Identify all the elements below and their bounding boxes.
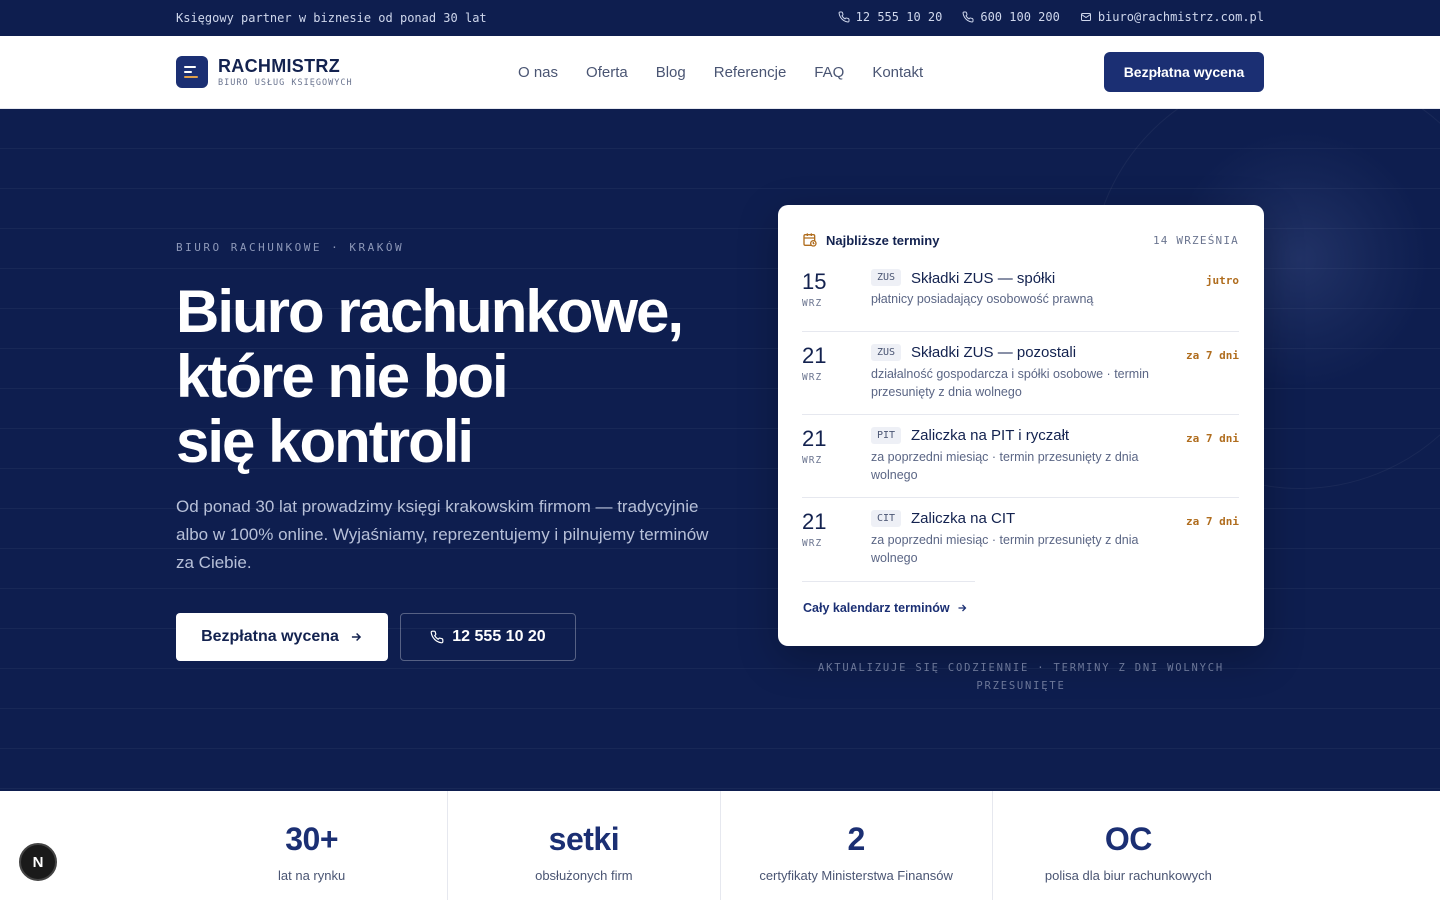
stat-number: OC <box>1104 821 1153 857</box>
deadlines-title: Najbliższe terminy <box>802 232 939 248</box>
deadline-description: za poprzedni miesiąc · termin przesunięt… <box>871 533 1139 565</box>
nav-link-blog[interactable]: Blog <box>656 64 686 81</box>
deadline-month: WRZ <box>802 372 823 383</box>
stat-label: lat na rynku <box>278 868 346 883</box>
phone-icon <box>430 630 444 644</box>
site-header: RACHMISTRZ BIURO USŁUG KSIĘGOWYCH O nas … <box>0 36 1440 109</box>
hero-quote-button-label: Bezpłatna wycena <box>201 628 339 645</box>
nav-link-o-nas[interactable]: O nas <box>518 64 558 81</box>
deadline-month: WRZ <box>802 455 823 466</box>
deadline-tag: CIT <box>871 510 902 527</box>
deadline-description: płatnicy posiadający osobowość prawną <box>871 292 1094 306</box>
stat-number: 30+ <box>285 821 339 857</box>
deadline-row: 21 WRZ CIT Zaliczka na CIT za poprzedni … <box>802 498 1239 581</box>
stat-label: certyfikaty Ministerstwa Finansów <box>759 868 953 883</box>
deadline-tag: ZUS <box>871 269 902 286</box>
nav-link-faq[interactable]: FAQ <box>814 64 844 81</box>
deadlines-card: Najbliższe terminy 14 WRZEŚNIA 15 WRZ ZU… <box>778 205 1264 646</box>
logo-icon <box>176 56 208 88</box>
deadline-due: za 7 dni <box>1186 349 1239 362</box>
arrow-right-icon <box>958 604 966 612</box>
deadline-day: 21 <box>802 426 827 451</box>
mail-icon <box>1080 13 1091 21</box>
stats-bar: 30+ lat na rynku setki obsłużonych firm … <box>176 791 1264 900</box>
deadlines-note: AKTUALIZUJE SIĘ CODZIENNIE · TERMINY Z D… <box>817 662 1225 692</box>
dev-tools-badge[interactable]: N <box>19 843 57 881</box>
deadlines-title-text: Najbliższe terminy <box>826 232 940 248</box>
phone-link-2[interactable]: 600 100 200 <box>962 10 1060 24</box>
nav-link-kontakt[interactable]: Kontakt <box>872 64 923 81</box>
phone-icon <box>962 11 974 23</box>
deadline-day: 15 <box>802 269 827 294</box>
hero-section: BIURO RACHUNKOWE · KRAKÓW Biuro rachunko… <box>0 109 1440 791</box>
headline-line-2: które nie boi <box>176 343 509 410</box>
top-bar-contacts: 12 555 10 20 600 100 200 biuro@rachmistr… <box>838 10 1264 24</box>
deadline-title: Zaliczka na PIT i ryczałt <box>911 427 1070 444</box>
deadline-title: Składki ZUS — pozostali <box>911 344 1077 361</box>
hero-eyebrow: BIURO RACHUNKOWE · KRAKÓW <box>176 241 405 254</box>
deadline-row: 15 WRZ ZUS Składki ZUS — spółki płatnicy… <box>802 265 1239 332</box>
hero-call-button[interactable]: 12 555 10 20 <box>400 613 576 661</box>
top-bar-tagline: Księgowy partner w biznesie od ponad 30 … <box>176 11 487 25</box>
email-text: biuro@rachmistrz.com.pl <box>1097 10 1264 24</box>
deadline-row: 21 WRZ PIT Zaliczka na PIT i ryczałt za … <box>802 415 1239 498</box>
phone-icon <box>838 11 850 23</box>
full-calendar-link-label: Cały kalendarz terminów <box>803 601 950 615</box>
header-quote-button[interactable]: Bezpłatna wycena <box>1104 52 1264 92</box>
deadline-day: 21 <box>802 509 827 534</box>
hero-quote-button[interactable]: Bezpłatna wycena <box>176 613 388 661</box>
deadline-description: działalność gospodarcza i spółki osobowe… <box>871 367 1149 399</box>
stat-item: setki obsłużonych firm <box>448 791 721 900</box>
stat-item: 2 certyfikaty Ministerstwa Finansów <box>721 791 993 900</box>
deadline-due: za 7 dni <box>1186 432 1239 445</box>
deadline-description: za poprzedni miesiąc · termin przesunięt… <box>871 450 1139 482</box>
phone-link-1[interactable]: 12 555 10 20 <box>838 10 943 24</box>
stat-number: 2 <box>847 821 865 857</box>
deadline-due: za 7 dni <box>1186 515 1239 528</box>
phone-1-text: 12 555 10 20 <box>855 10 943 24</box>
headline-line-3: się kontroli <box>176 408 474 475</box>
main-nav: O nas Oferta Blog Referencje FAQ Kontakt <box>518 64 923 81</box>
deadline-row: 21 WRZ ZUS Składki ZUS — pozostali dział… <box>802 332 1239 415</box>
deadline-month: WRZ <box>802 538 823 549</box>
deadline-month: WRZ <box>802 298 823 309</box>
deadline-day: 21 <box>802 343 827 368</box>
nav-link-oferta[interactable]: Oferta <box>586 64 628 81</box>
deadlines-card-header: Najbliższe terminy 14 WRZEŚNIA <box>802 232 1239 248</box>
hero-headline: Biuro rachunkowe, które nie boi się kont… <box>176 279 736 474</box>
hero-lead: Od ponad 30 lat prowadzimy księgi krakow… <box>176 497 709 572</box>
full-calendar-link[interactable]: Cały kalendarz terminów <box>803 601 968 615</box>
calendar-clock-icon <box>803 233 817 247</box>
top-bar: Księgowy partner w biznesie od ponad 30 … <box>0 0 1440 36</box>
deadline-tag: ZUS <box>871 344 902 361</box>
logo[interactable]: RACHMISTRZ BIURO USŁUG KSIĘGOWYCH <box>176 56 353 88</box>
stat-label: polisa dla biur rachunkowych <box>1044 868 1212 883</box>
deadline-tag: PIT <box>871 427 902 444</box>
stat-number: setki <box>548 821 620 857</box>
phone-2-text: 600 100 200 <box>980 10 1060 24</box>
stat-label: obsłużonych firm <box>535 868 633 883</box>
logo-subtitle: BIURO USŁUG KSIĘGOWYCH <box>218 77 353 88</box>
headline-line-1: Biuro rachunkowe, <box>176 278 684 345</box>
deadline-title: Składki ZUS — spółki <box>911 270 1056 287</box>
logo-name: RACHMISTRZ <box>218 55 340 76</box>
hero-call-button-label: 12 555 10 20 <box>452 628 546 645</box>
arrow-right-icon <box>351 632 362 642</box>
divider <box>802 581 975 582</box>
email-link[interactable]: biuro@rachmistrz.com.pl <box>1080 10 1264 24</box>
deadlines-list: 15 WRZ ZUS Składki ZUS — spółki płatnicy… <box>802 265 1239 581</box>
stat-item: 30+ lat na rynku <box>176 791 449 900</box>
deadlines-current-date: 14 WRZEŚNIA <box>1152 233 1239 247</box>
stat-item: OC polisa dla biur rachunkowych <box>993 791 1264 900</box>
deadline-title: Zaliczka na CIT <box>911 510 1016 527</box>
nav-link-referencje[interactable]: Referencje <box>714 64 787 81</box>
deadline-due: jutro <box>1205 274 1239 287</box>
